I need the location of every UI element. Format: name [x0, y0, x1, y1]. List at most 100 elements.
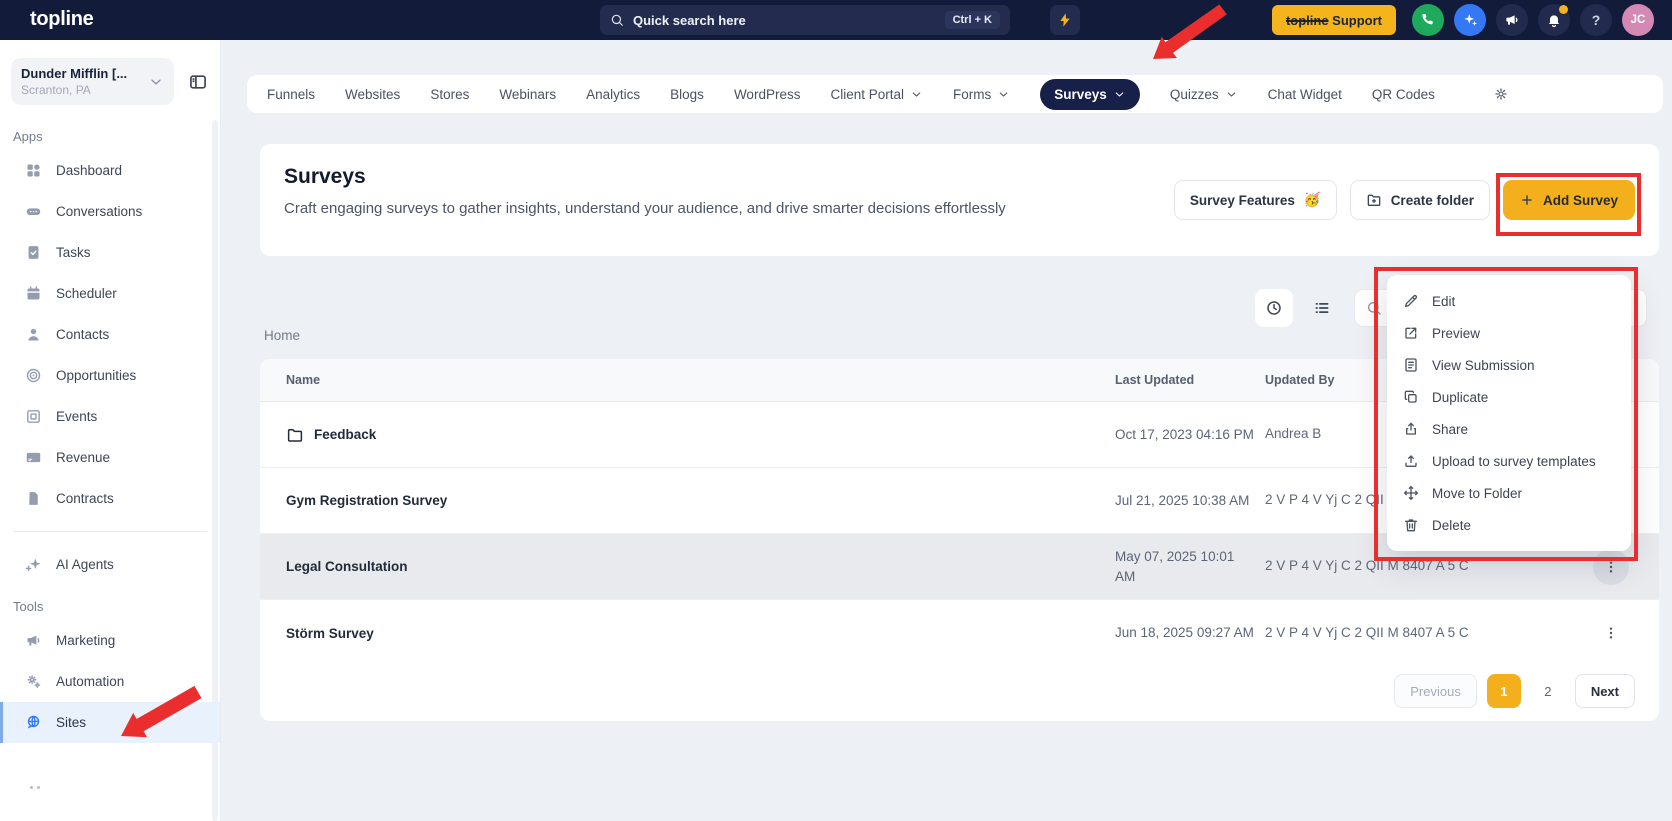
support-button[interactable]: topline Support	[1271, 5, 1396, 35]
sidebar-item-sites[interactable]: Sites	[0, 702, 220, 743]
menu-item-delete[interactable]: Delete	[1387, 509, 1631, 541]
top-navbar: topline Ctrl + K topline Support ? JC	[0, 0, 1672, 40]
sidebar-partial-item	[30, 786, 40, 789]
sidebar-divider	[13, 531, 207, 532]
recent-toggle-button[interactable]	[1255, 289, 1293, 327]
tab-wordpress[interactable]: WordPress	[734, 87, 801, 102]
sidebar-item-contacts[interactable]: Contacts	[0, 314, 220, 355]
next-page-button[interactable]: Next	[1574, 674, 1635, 708]
move-to-folder-icon	[1403, 485, 1419, 501]
tab-stores[interactable]: Stores	[430, 87, 469, 102]
menu-item-preview[interactable]: Preview	[1387, 317, 1631, 349]
breadcrumb: Home	[264, 328, 301, 343]
sidebar-item-tasks[interactable]: Tasks	[0, 232, 220, 273]
page-1-button[interactable]: 1	[1486, 674, 1521, 708]
sidebar-item-events[interactable]: Events	[0, 396, 220, 437]
row-context-menu: Edit Preview View Submission Duplicate S…	[1387, 275, 1631, 551]
tab-surveys[interactable]: Surveys	[1040, 78, 1140, 110]
add-survey-button[interactable]: Add Survey	[1495, 173, 1642, 236]
sidebar-item-marketing[interactable]: Marketing	[0, 620, 220, 661]
menu-item-move-to-folder[interactable]: Move to Folder	[1387, 477, 1631, 509]
sidebar-collapse-icon[interactable]	[188, 72, 208, 92]
row-actions-button[interactable]	[1593, 615, 1629, 651]
tabbar-settings-icon[interactable]	[1493, 86, 1509, 102]
sidebar-item-scheduler[interactable]: Scheduler	[0, 273, 220, 314]
chevron-down-icon	[910, 88, 923, 101]
survey-features-button[interactable]: Survey Features 🥳	[1173, 180, 1337, 220]
user-avatar[interactable]: JC	[1622, 4, 1654, 36]
menu-item-duplicate[interactable]: Duplicate	[1387, 381, 1631, 413]
duplicate-icon	[1403, 389, 1419, 405]
create-folder-button[interactable]: Create folder	[1349, 180, 1490, 220]
notifications-button[interactable]	[1538, 4, 1570, 36]
sidebar-item-opportunities[interactable]: Opportunities	[0, 355, 220, 396]
view-submission-icon	[1403, 357, 1419, 373]
pagination: Previous 1 2 Next	[1394, 674, 1635, 708]
tab-forms[interactable]: Forms	[953, 87, 1010, 102]
ai-sparkles-icon	[1461, 11, 1479, 29]
tab-chat-widget[interactable]: Chat Widget	[1268, 87, 1342, 102]
tab-qr-codes[interactable]: QR Codes	[1372, 87, 1435, 102]
tab-websites[interactable]: Websites	[345, 87, 400, 102]
tab-client-portal[interactable]: Client Portal	[830, 87, 923, 102]
topbar-actions: topline Support ? JC	[1271, 4, 1654, 36]
menu-item-view-submission[interactable]: View Submission	[1387, 349, 1631, 381]
kebab-icon	[1603, 559, 1619, 575]
tab-blogs[interactable]: Blogs	[670, 87, 704, 102]
phone-button[interactable]	[1412, 4, 1444, 36]
phone-icon	[1420, 12, 1436, 28]
contacts-icon	[25, 326, 42, 343]
events-icon	[25, 408, 42, 425]
kebab-icon	[1603, 625, 1619, 641]
conversations-icon	[25, 203, 42, 220]
search-shortcut-badge: Ctrl + K	[944, 11, 1000, 29]
ai-assistant-button[interactable]	[1454, 4, 1486, 36]
tab-analytics[interactable]: Analytics	[586, 87, 640, 102]
account-switcher[interactable]: Dunder Mifflin [... Scranton, PA	[11, 58, 174, 105]
sidebar-item-automation[interactable]: Automation	[0, 661, 220, 702]
page-2-button[interactable]: 2	[1531, 674, 1565, 708]
menu-item-share[interactable]: Share	[1387, 413, 1631, 445]
surveys-header-card: Surveys Craft engaging surveys to gather…	[260, 144, 1659, 256]
list-view-button[interactable]	[1303, 289, 1341, 327]
edit-icon	[1403, 293, 1419, 309]
preview-icon	[1403, 325, 1419, 341]
chevron-down-icon	[997, 88, 1010, 101]
upload-icon	[1403, 453, 1419, 469]
quick-search[interactable]: Ctrl + K	[600, 5, 1010, 35]
sidebar-item-conversations[interactable]: Conversations	[0, 191, 220, 232]
help-button[interactable]: ?	[1580, 4, 1612, 36]
tab-webinars[interactable]: Webinars	[499, 87, 556, 102]
sidebar-item-contracts[interactable]: Contracts	[0, 478, 220, 519]
folder-icon	[286, 426, 304, 444]
sidebar-item-dashboard[interactable]: Dashboard	[0, 150, 220, 191]
sidebar-item-ai-agents[interactable]: AI Agents	[0, 544, 220, 585]
dashboard-icon	[25, 162, 42, 179]
help-icon: ?	[1591, 12, 1601, 28]
automation-icon	[25, 673, 42, 690]
menu-item-edit[interactable]: Edit	[1387, 285, 1631, 317]
sidebar-item-revenue[interactable]: Revenue	[0, 437, 220, 478]
menu-item-upload-to-survey-templates[interactable]: Upload to survey templates	[1387, 445, 1631, 477]
search-icon	[610, 13, 624, 27]
announcements-button[interactable]	[1496, 4, 1528, 36]
tab-quizzes[interactable]: Quizzes	[1170, 87, 1238, 102]
table-row[interactable]: Störm Survey Jun 18, 2025 09:27 AM 2 V P…	[260, 600, 1659, 666]
clock-icon	[1265, 299, 1283, 317]
column-header-name: Name	[286, 373, 321, 387]
lightning-icon	[1057, 12, 1073, 28]
plus-icon	[1520, 193, 1534, 207]
row-context-menu-annotated: Edit Preview View Submission Duplicate S…	[1374, 267, 1638, 561]
account-name: Dunder Mifflin [...	[21, 66, 128, 81]
share-icon	[1403, 421, 1419, 437]
folder-plus-icon	[1366, 192, 1382, 208]
bell-icon	[1546, 12, 1562, 28]
sites-tabbar: Funnels Websites Stores Webinars Analyti…	[247, 75, 1663, 113]
account-location: Scranton, PA	[21, 83, 91, 97]
row-actions-button-active[interactable]	[1593, 548, 1629, 585]
search-input[interactable]	[633, 12, 936, 28]
previous-page-button[interactable]: Previous	[1394, 674, 1477, 708]
quick-actions-button[interactable]	[1050, 5, 1080, 35]
tab-funnels[interactable]: Funnels	[267, 87, 315, 102]
contracts-icon	[25, 490, 42, 507]
